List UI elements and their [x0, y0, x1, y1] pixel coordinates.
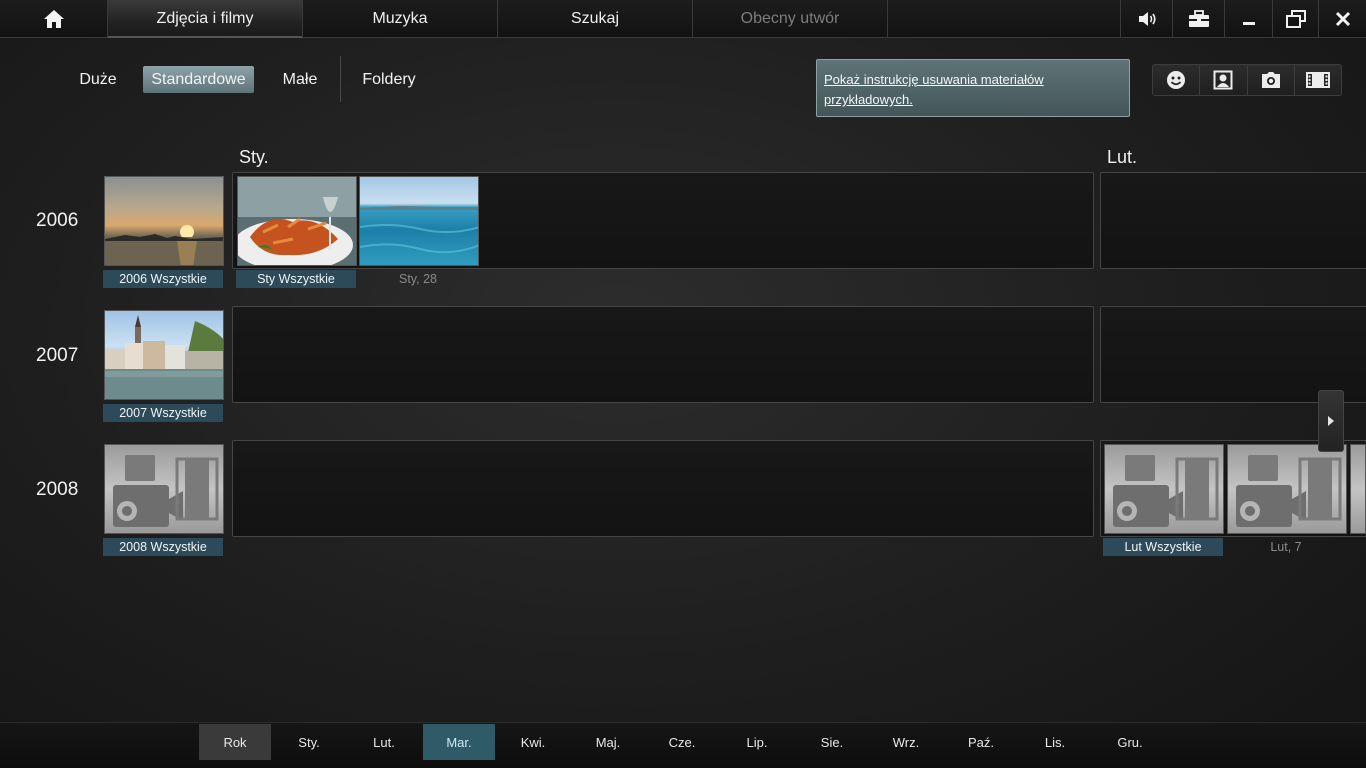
sunset-image: [105, 225, 223, 265]
volume-button[interactable]: [1120, 0, 1172, 38]
feb-2008-video-thumbnail-2[interactable]: [1227, 444, 1347, 534]
year-2006-all-label[interactable]: 2006 Wszystkie: [103, 270, 223, 288]
sea-image: [360, 206, 478, 254]
toolbox-button[interactable]: [1172, 0, 1224, 38]
month-nav-jul[interactable]: Lip.: [721, 724, 793, 760]
feb-2007-panel: [1100, 306, 1366, 403]
view-large-button[interactable]: Duże: [70, 66, 126, 93]
minimize-button[interactable]: [1224, 0, 1272, 38]
date-label-feb-7: Lut, 7: [1270, 540, 1302, 554]
jan-all-label[interactable]: Sty Wszystkie: [236, 270, 356, 288]
month-nav-jun[interactable]: Cze.: [646, 724, 718, 760]
home-icon: [43, 10, 64, 28]
year-label-2007: 2007: [36, 345, 79, 366]
video-placeholder-icon: [1236, 455, 1342, 527]
month-nav-apr[interactable]: Kwi.: [497, 724, 569, 760]
media-filter-group: [1152, 64, 1342, 96]
month-nav-year[interactable]: Rok: [199, 724, 271, 760]
close-button[interactable]: [1318, 0, 1366, 38]
month-nav-nov[interactable]: Lis.: [1019, 724, 1091, 760]
tab-photos-videos[interactable]: Zdjęcia i filmy: [108, 0, 303, 38]
month-nav-feb[interactable]: Lut.: [348, 724, 420, 760]
camera-icon: [1261, 72, 1280, 88]
tab-now-playing[interactable]: Obecny utwór: [693, 0, 888, 38]
year-label-2008: 2008: [36, 479, 79, 500]
chevron-right-icon: [1328, 416, 1334, 426]
feb-2006-panel: [1100, 172, 1366, 269]
tab-music[interactable]: Muzyka: [303, 0, 498, 38]
month-header-jan: Sty.: [239, 147, 269, 167]
view-standard-button[interactable]: Standardowe: [143, 66, 254, 93]
filter-faces-button[interactable]: [1153, 65, 1201, 95]
top-nav-bar: Zdjęcia i filmy Muzyka Szukaj Obecny utw…: [0, 0, 1366, 38]
feb-all-label[interactable]: Lut Wszystkie: [1103, 538, 1223, 556]
film-icon: [1305, 72, 1330, 88]
month-nav-sep[interactable]: Wrz.: [870, 724, 942, 760]
year-label-2006: 2006: [36, 210, 79, 231]
toolbox-icon: [1188, 10, 1209, 27]
year-2006-sunset-thumbnail[interactable]: [104, 176, 224, 266]
volume-icon: [1138, 12, 1156, 26]
month-nav-aug[interactable]: Sie.: [796, 724, 868, 760]
town-image: [105, 315, 223, 399]
view-folders-button[interactable]: Foldery: [356, 66, 422, 93]
close-icon: [1335, 11, 1350, 27]
video-placeholder-icon: [1113, 455, 1219, 527]
month-navigation-bar: Rok Sty. Lut. Mar. Kwi. Maj. Cze. Lip. S…: [0, 722, 1366, 768]
month-nav-jan[interactable]: Sty.: [273, 724, 345, 760]
jan-2007-panel: [232, 306, 1094, 403]
view-divider: [340, 56, 341, 102]
tab-search[interactable]: Szukaj: [498, 0, 693, 38]
date-label-jan-28: Sty, 28: [399, 272, 437, 286]
filter-photos-button[interactable]: [1248, 65, 1295, 95]
restore-icon: [1285, 10, 1306, 28]
month-nav-dec[interactable]: Gru.: [1094, 724, 1166, 760]
month-header-feb: Lut.: [1107, 147, 1138, 167]
month-nav-oct[interactable]: Paź.: [945, 724, 1017, 760]
filter-portraits-button[interactable]: [1200, 65, 1248, 95]
scroll-right-button[interactable]: [1318, 390, 1344, 452]
minimize-icon: [1242, 22, 1255, 25]
jan-2008-panel: [232, 440, 1094, 537]
jan-2006-sea-thumbnail[interactable]: [359, 176, 479, 266]
video-placeholder-icon: [113, 455, 219, 527]
year-2008-video-thumbnail[interactable]: [104, 444, 224, 534]
food-image: [238, 177, 356, 265]
view-small-button[interactable]: Małe: [274, 66, 326, 93]
portrait-icon: [1213, 70, 1233, 90]
year-2007-all-label[interactable]: 2007 Wszystkie: [103, 404, 223, 422]
month-nav-may[interactable]: Maj.: [572, 724, 644, 760]
sample-removal-notice-link[interactable]: Pokaż instrukcję usuwania materiałów prz…: [816, 59, 1130, 117]
feb-2008-video-thumbnail-3[interactable]: [1350, 444, 1366, 534]
year-2007-town-thumbnail[interactable]: [104, 310, 224, 400]
jan-2006-food-thumbnail[interactable]: [237, 176, 357, 266]
home-button[interactable]: [0, 0, 108, 38]
feb-2008-video-thumbnail-1[interactable]: [1104, 444, 1224, 534]
year-2008-all-label[interactable]: 2008 Wszystkie: [103, 538, 223, 556]
month-nav-mar[interactable]: Mar.: [423, 724, 495, 760]
face-icon: [1167, 71, 1186, 89]
filter-videos-button[interactable]: [1295, 65, 1341, 95]
restore-button[interactable]: [1272, 0, 1318, 38]
